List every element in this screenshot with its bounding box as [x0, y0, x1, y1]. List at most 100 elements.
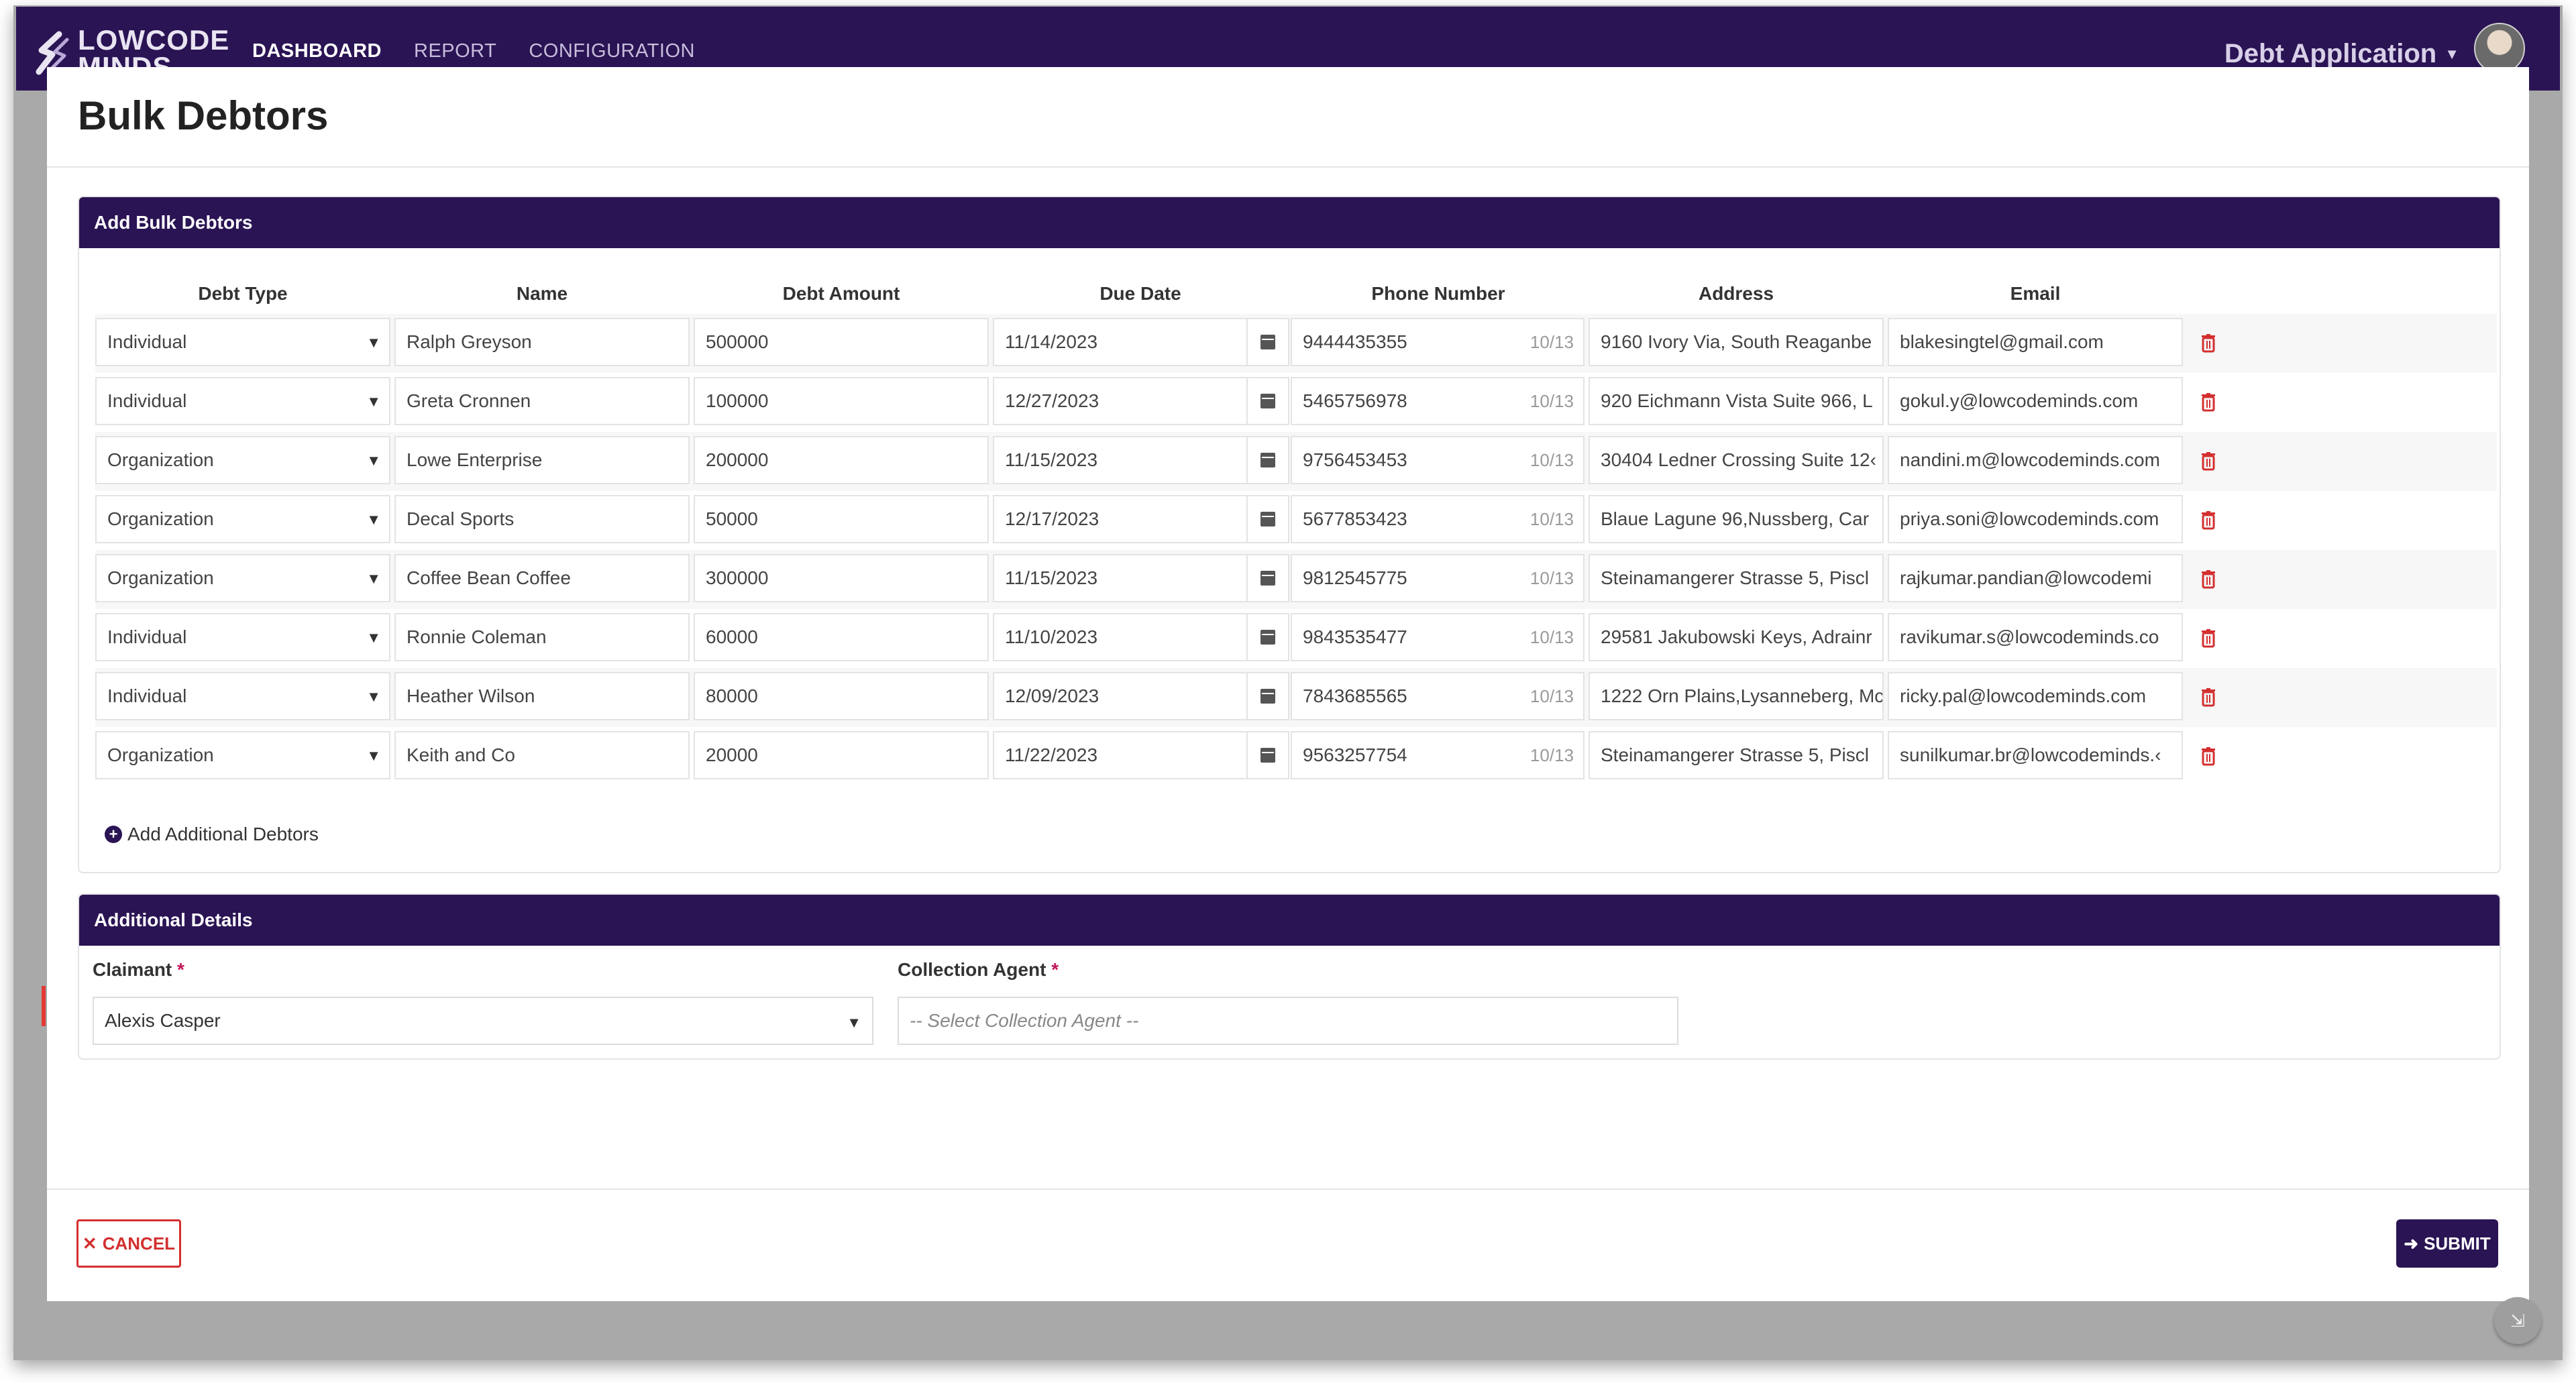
- email-input-value: blakesingtel@gmail.com: [1900, 331, 2104, 352]
- trash-icon: [2202, 452, 2215, 471]
- collection-agent-select[interactable]: -- Select Collection Agent --: [898, 997, 1678, 1045]
- date-picker-button[interactable]: [1248, 495, 1289, 543]
- scroll-to-top-button[interactable]: ⇲: [2494, 1297, 2541, 1344]
- debt-amount-input-value: 20000: [706, 744, 758, 765]
- due-date-input[interactable]: 12/09/2023: [993, 672, 1248, 720]
- email-input[interactable]: gokul.y@lowcodeminds.com: [1888, 377, 2183, 425]
- debt-amount-input[interactable]: 80000: [694, 672, 989, 720]
- delete-row-button[interactable]: [2195, 506, 2222, 535]
- address-input[interactable]: Blaue Lagune 96,Nussberg, Car: [1589, 495, 1884, 543]
- debt-amount-input[interactable]: 300000: [694, 554, 989, 602]
- due-date-input[interactable]: 11/15/2023: [993, 436, 1248, 484]
- add-additional-debtors-link[interactable]: + Add Additional Debtors: [105, 824, 319, 845]
- debt-type-select[interactable]: Organization ▼: [95, 554, 390, 602]
- debtor-name-input[interactable]: Lowe Enterprise: [394, 436, 690, 484]
- debtor-name-input[interactable]: Ronnie Coleman: [394, 613, 690, 661]
- email-input[interactable]: ricky.pal@lowcodeminds.com: [1888, 672, 2183, 720]
- due-date-input[interactable]: 11/10/2023: [993, 613, 1248, 661]
- debtor-name-input[interactable]: Coffee Bean Coffee: [394, 554, 690, 602]
- delete-row-button[interactable]: [2195, 683, 2222, 712]
- debtor-name-input-value: Ralph Greyson: [407, 331, 532, 352]
- debtor-name-input[interactable]: Heather Wilson: [394, 672, 690, 720]
- debtor-name-input[interactable]: Greta Cronnen: [394, 377, 690, 425]
- date-picker-button[interactable]: [1248, 436, 1289, 484]
- debt-amount-input[interactable]: 500000: [694, 318, 989, 366]
- nav-configuration[interactable]: CONFIGURATION: [529, 40, 695, 62]
- delete-row-button[interactable]: [2195, 329, 2222, 358]
- due-date-input[interactable]: 12/27/2023: [993, 377, 1248, 425]
- address-input[interactable]: 30404 Ledner Crossing Suite 12‹: [1589, 436, 1884, 484]
- submit-button[interactable]: ➜ SUBMIT: [2396, 1219, 2498, 1268]
- calendar-icon: [1260, 394, 1275, 408]
- debtor-name-input-value: Greta Cronnen: [407, 390, 531, 411]
- delete-row-button[interactable]: [2195, 447, 2222, 476]
- email-input[interactable]: priya.soni@lowcodeminds.com: [1888, 495, 2183, 543]
- phone-number-input-value: 5677853423: [1303, 508, 1407, 529]
- cancel-button[interactable]: ✕ CANCEL: [76, 1219, 181, 1268]
- email-input[interactable]: nandini.m@lowcodeminds.com: [1888, 436, 2183, 484]
- phone-number-input[interactable]: 9563257754 10/13: [1291, 731, 1585, 779]
- address-input[interactable]: 1222 Orn Plains,Lysanneberg, Mc: [1589, 672, 1884, 720]
- debt-amount-input[interactable]: 100000: [694, 377, 989, 425]
- avatar[interactable]: [2474, 23, 2525, 74]
- debt-type-select[interactable]: Organization ▼: [95, 436, 390, 484]
- phone-number-input[interactable]: 5465756978 10/13: [1291, 377, 1585, 425]
- date-picker-button[interactable]: [1248, 554, 1289, 602]
- claimant-select[interactable]: Alexis Casper ▼: [93, 997, 873, 1045]
- trash-icon: [2202, 688, 2215, 707]
- debtor-name-input[interactable]: Keith and Co: [394, 731, 690, 779]
- phone-number-input-value: 9812545775: [1303, 567, 1407, 588]
- debt-type-select[interactable]: Individual ▼: [95, 318, 390, 366]
- debt-type-select-value: Individual: [107, 390, 187, 411]
- phone-number-input[interactable]: 9812545775 10/13: [1291, 554, 1585, 602]
- phone-number-input[interactable]: 9756453453 10/13: [1291, 436, 1585, 484]
- debtor-name-input[interactable]: Ralph Greyson: [394, 318, 690, 366]
- delete-row-button[interactable]: [2195, 388, 2222, 417]
- phone-number-input[interactable]: 9843535477 10/13: [1291, 613, 1585, 661]
- nav-dashboard[interactable]: DASHBOARD: [252, 40, 382, 62]
- character-counter: 10/13: [1529, 449, 1574, 470]
- nav-report[interactable]: REPORT: [414, 40, 496, 62]
- email-input[interactable]: sunilkumar.br@lowcodeminds.‹: [1888, 731, 2183, 779]
- chevron-down-icon: ▼: [366, 452, 381, 469]
- phone-number-input[interactable]: 9444435355 10/13: [1291, 318, 1585, 366]
- email-input[interactable]: rajkumar.pandian@lowcodemi: [1888, 554, 2183, 602]
- address-input[interactable]: 29581 Jakubowski Keys, Adrainr: [1589, 613, 1884, 661]
- address-input[interactable]: 920 Eichmann Vista Suite 966, L: [1589, 377, 1884, 425]
- phone-number-input[interactable]: 5677853423 10/13: [1291, 495, 1585, 543]
- debt-amount-input[interactable]: 20000: [694, 731, 989, 779]
- debt-amount-input[interactable]: 50000: [694, 495, 989, 543]
- calendar-icon: [1260, 748, 1275, 763]
- email-input-value: ricky.pal@lowcodeminds.com: [1900, 685, 2147, 706]
- table-row: Individual ▼ Greta Cronnen 100000 12/27/2023…: [95, 373, 2497, 432]
- delete-row-button[interactable]: [2195, 565, 2222, 594]
- debt-amount-input[interactable]: 60000: [694, 613, 989, 661]
- phone-number-input[interactable]: 7843685565 10/13: [1291, 672, 1585, 720]
- date-picker-button[interactable]: [1248, 613, 1289, 661]
- debt-type-select[interactable]: Organization ▼: [95, 495, 390, 543]
- delete-row-button[interactable]: [2195, 742, 2222, 771]
- date-picker-button[interactable]: [1248, 377, 1289, 425]
- debt-type-select[interactable]: Individual ▼: [95, 377, 390, 425]
- due-date-input[interactable]: 11/15/2023: [993, 554, 1248, 602]
- app-switcher[interactable]: Debt Application ▼: [2224, 39, 2459, 69]
- due-date-input[interactable]: 11/14/2023: [993, 318, 1248, 366]
- date-picker-button[interactable]: [1248, 731, 1289, 779]
- due-date-input[interactable]: 11/22/2023: [993, 731, 1248, 779]
- due-date-input[interactable]: 12/17/2023: [993, 495, 1248, 543]
- debt-type-select[interactable]: Organization ▼: [95, 731, 390, 779]
- debtor-name-input[interactable]: Decal Sports: [394, 495, 690, 543]
- address-input[interactable]: Steinamangerer Strasse 5, Piscl: [1589, 554, 1884, 602]
- debt-type-select[interactable]: Individual ▼: [95, 613, 390, 661]
- email-input[interactable]: ravikumar.s@lowcodeminds.co: [1888, 613, 2183, 661]
- date-picker-button[interactable]: [1248, 672, 1289, 720]
- email-input[interactable]: blakesingtel@gmail.com: [1888, 318, 2183, 366]
- debt-type-select[interactable]: Individual ▼: [95, 672, 390, 720]
- date-picker-button[interactable]: [1248, 318, 1289, 366]
- debt-amount-input[interactable]: 200000: [694, 436, 989, 484]
- delete-row-button[interactable]: [2195, 624, 2222, 653]
- address-input-value: 9160 Ivory Via, South Reaganbe: [1601, 331, 1872, 352]
- email-input-value: ravikumar.s@lowcodeminds.co: [1900, 626, 2159, 647]
- address-input[interactable]: Steinamangerer Strasse 5, Piscl: [1589, 731, 1884, 779]
- address-input[interactable]: 9160 Ivory Via, South Reaganbe: [1589, 318, 1884, 366]
